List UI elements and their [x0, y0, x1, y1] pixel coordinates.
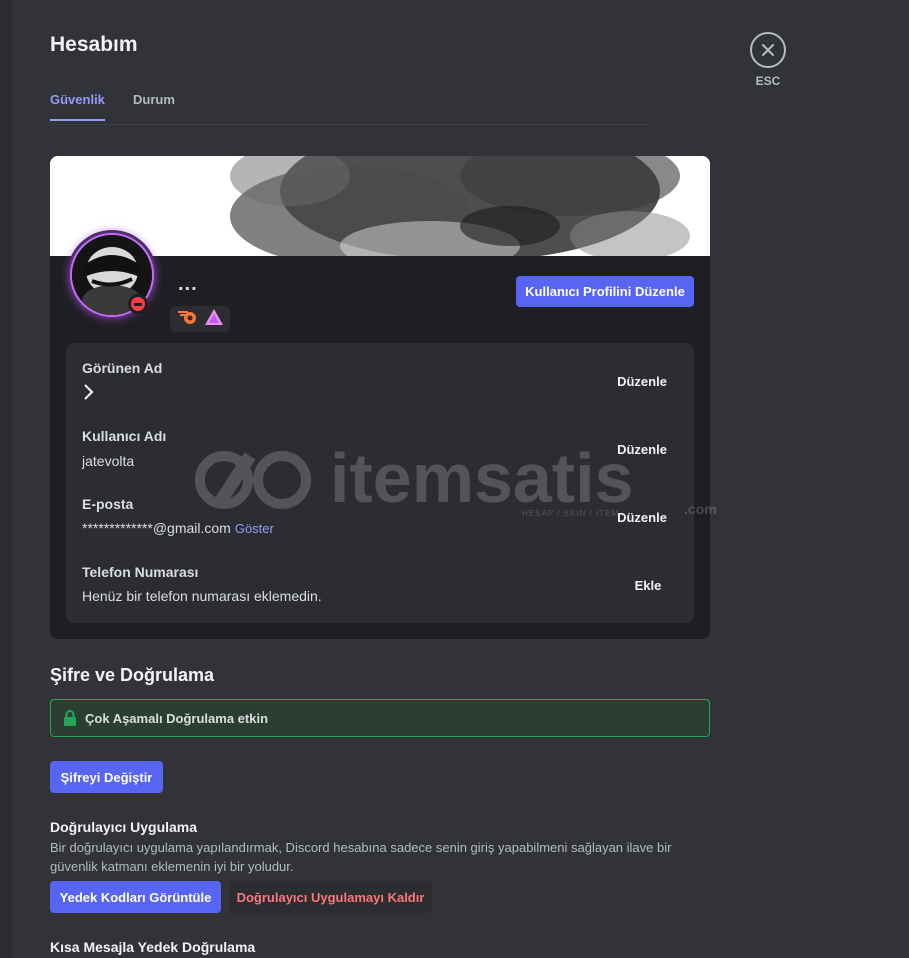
sidebar-edge: [0, 0, 12, 958]
nitro-badge-icon[interactable]: [204, 308, 224, 331]
page-title: Hesabım: [50, 33, 138, 56]
status-indicator: [128, 294, 148, 314]
add-phone-button[interactable]: Ekle: [618, 569, 678, 601]
display-name-label: Görünen Ad: [82, 360, 163, 376]
mfa-status-text: Çok Aşamalı Doğrulama etkin: [85, 710, 269, 726]
security-section-title: Şifre ve Doğrulama: [50, 665, 215, 685]
close-button[interactable]: ESC: [750, 32, 786, 88]
hypesquad-badge-icon[interactable]: [177, 309, 197, 330]
edit-email-button[interactable]: Düzenle: [606, 501, 678, 533]
badge-list: [170, 306, 230, 332]
close-icon[interactable]: [750, 32, 786, 68]
edit-display-name-button[interactable]: Düzenle: [606, 365, 678, 397]
more-options[interactable]: ...: [178, 274, 198, 294]
tab-status[interactable]: Durum: [133, 92, 175, 119]
username-label: Kullanıcı Adı: [82, 428, 167, 444]
email-value: *************@gmail.com: [82, 520, 231, 536]
username-value: jatevolta: [82, 453, 135, 469]
edit-user-profile-button[interactable]: Kullanıcı Profilini Düzenle: [516, 276, 694, 307]
authenticator-description: Bir doğrulayıcı uygulama yapılandırmak, …: [50, 840, 672, 874]
authenticator-title: Doğrulayıcı Uygulama: [50, 819, 198, 835]
display-name-value: [82, 383, 94, 404]
dnd-icon: [131, 297, 145, 311]
account-card: ... Kullanıcı Profilini Düzenle Görünen …: [50, 156, 710, 639]
phone-label: Telefon Numarası: [82, 564, 199, 580]
view-backup-codes-button[interactable]: Yedek Kodları Görüntüle: [50, 881, 221, 913]
lock-icon: [63, 709, 77, 727]
remove-authenticator-button[interactable]: Doğrulayıcı Uygulamayı Kaldır: [229, 881, 432, 913]
mfa-status-banner: Çok Aşamalı Doğrulama etkin: [50, 699, 710, 737]
account-info-panel: Görünen Ad Düzenle Kullanıcı Adı jatevol…: [66, 343, 694, 623]
profile-banner: [50, 156, 710, 256]
change-password-button[interactable]: Şifreyi Değiştir: [50, 761, 163, 793]
email-label: E-posta: [82, 496, 134, 512]
email-value-row: *************@gmail.com Göster: [82, 520, 274, 536]
edit-username-button[interactable]: Düzenle: [606, 433, 678, 465]
reveal-email-link[interactable]: Göster: [235, 521, 274, 536]
tab-security[interactable]: Güvenlik: [50, 92, 105, 121]
tab-bar: Güvenlik Durum: [50, 92, 650, 125]
phone-value: Henüz bir telefon numarası eklemedin.: [82, 588, 322, 604]
sms-backup-title: Kısa Mesajla Yedek Doğrulama: [50, 939, 256, 955]
close-label: ESC: [755, 74, 781, 88]
